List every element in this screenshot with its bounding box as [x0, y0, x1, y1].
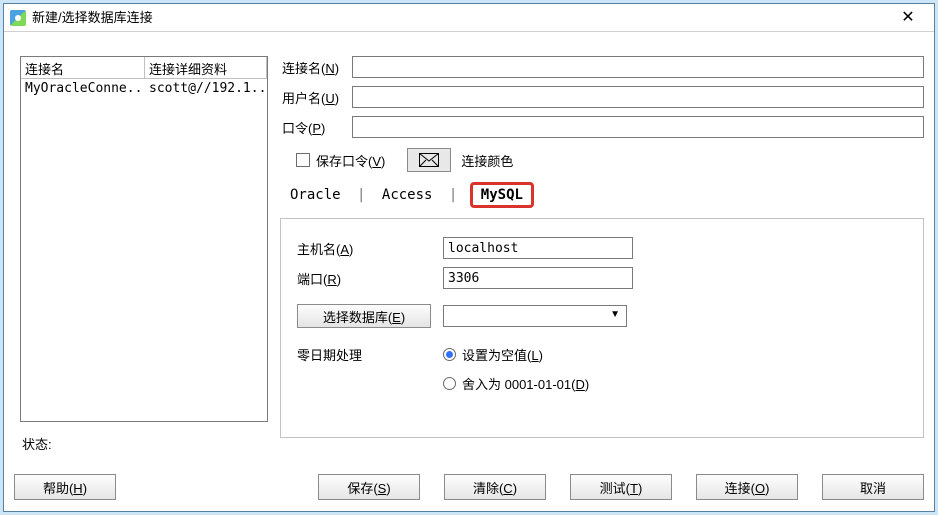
username-label: 用户名(U) [280, 88, 352, 107]
radio-round[interactable] [443, 377, 456, 390]
password-input[interactable] [352, 116, 924, 138]
save-password-label: 保存口令(V) [316, 151, 385, 170]
connection-form: 连接名(N) 用户名(U) 口令(P) 保存口令(V) [280, 54, 924, 463]
mail-icon [419, 153, 439, 167]
close-icon[interactable]: ✕ [888, 4, 928, 32]
tab-access[interactable]: Access [378, 187, 437, 203]
cancel-button[interactable]: 取消 [822, 474, 924, 500]
db-type-tabs: Oracle | Access | MySQL [286, 182, 924, 208]
col-conn-detail: 连接详细资料 [145, 57, 267, 78]
radio-set-null-label: 设置为空值(L) [462, 345, 543, 364]
host-label: 主机名(A) [297, 239, 443, 258]
conn-name-label: 连接名(N) [280, 58, 352, 77]
list-item[interactable]: MyOracleConne... scott@//192.1... [21, 79, 267, 99]
save-password-checkbox[interactable] [296, 153, 310, 167]
database-dropdown[interactable] [443, 305, 627, 327]
radio-set-null[interactable] [443, 348, 456, 361]
password-label: 口令(P) [280, 118, 352, 137]
status-label: 状态: [22, 434, 52, 453]
app-icon [10, 10, 26, 26]
username-input[interactable] [352, 86, 924, 108]
col-conn-name: 连接名 [21, 57, 145, 78]
connection-color-label: 连接颜色 [461, 151, 513, 170]
connect-button[interactable]: 连接(O) [696, 474, 798, 500]
tab-oracle[interactable]: Oracle [286, 187, 345, 203]
tab-mysql[interactable]: MySQL [470, 182, 534, 208]
port-label: 端口(R) [297, 269, 443, 288]
connection-list[interactable]: 连接名 连接详细资料 MyOracleConne... scott@//192.… [20, 56, 268, 422]
window-title: 新建/选择数据库连接 [32, 4, 153, 32]
select-database-button[interactable]: 选择数据库(E) [297, 304, 431, 328]
titlebar: 新建/选择数据库连接 ✕ [4, 4, 934, 32]
radio-round-label: 舍入为 0001-01-01(D) [462, 374, 589, 393]
connection-list-header: 连接名 连接详细资料 [21, 57, 267, 79]
list-item-detail: scott@//192.1... [145, 79, 267, 99]
mysql-panel: 主机名(A) 端口(R) 选择数据库(E) 零日期处理 设置为空值(L) [280, 218, 924, 438]
connection-color-button[interactable] [407, 148, 451, 172]
port-input[interactable] [443, 267, 633, 289]
list-item-name: MyOracleConne... [21, 79, 145, 99]
conn-name-input[interactable] [352, 56, 924, 78]
save-button[interactable]: 保存(S) [318, 474, 420, 500]
dialog-footer: 帮助(H) 保存(S) 清除(C) 测试(T) 连接(O) 取消 [14, 471, 924, 503]
dialog-window: 新建/选择数据库连接 ✕ 连接名 连接详细资料 MyOracleConne...… [3, 3, 935, 512]
host-input[interactable] [443, 237, 633, 259]
clear-button[interactable]: 清除(C) [444, 474, 546, 500]
zero-date-label: 零日期处理 [297, 345, 443, 364]
help-button[interactable]: 帮助(H) [14, 474, 116, 500]
test-button[interactable]: 测试(T) [570, 474, 672, 500]
client-area: 连接名 连接详细资料 MyOracleConne... scott@//192.… [14, 42, 924, 463]
